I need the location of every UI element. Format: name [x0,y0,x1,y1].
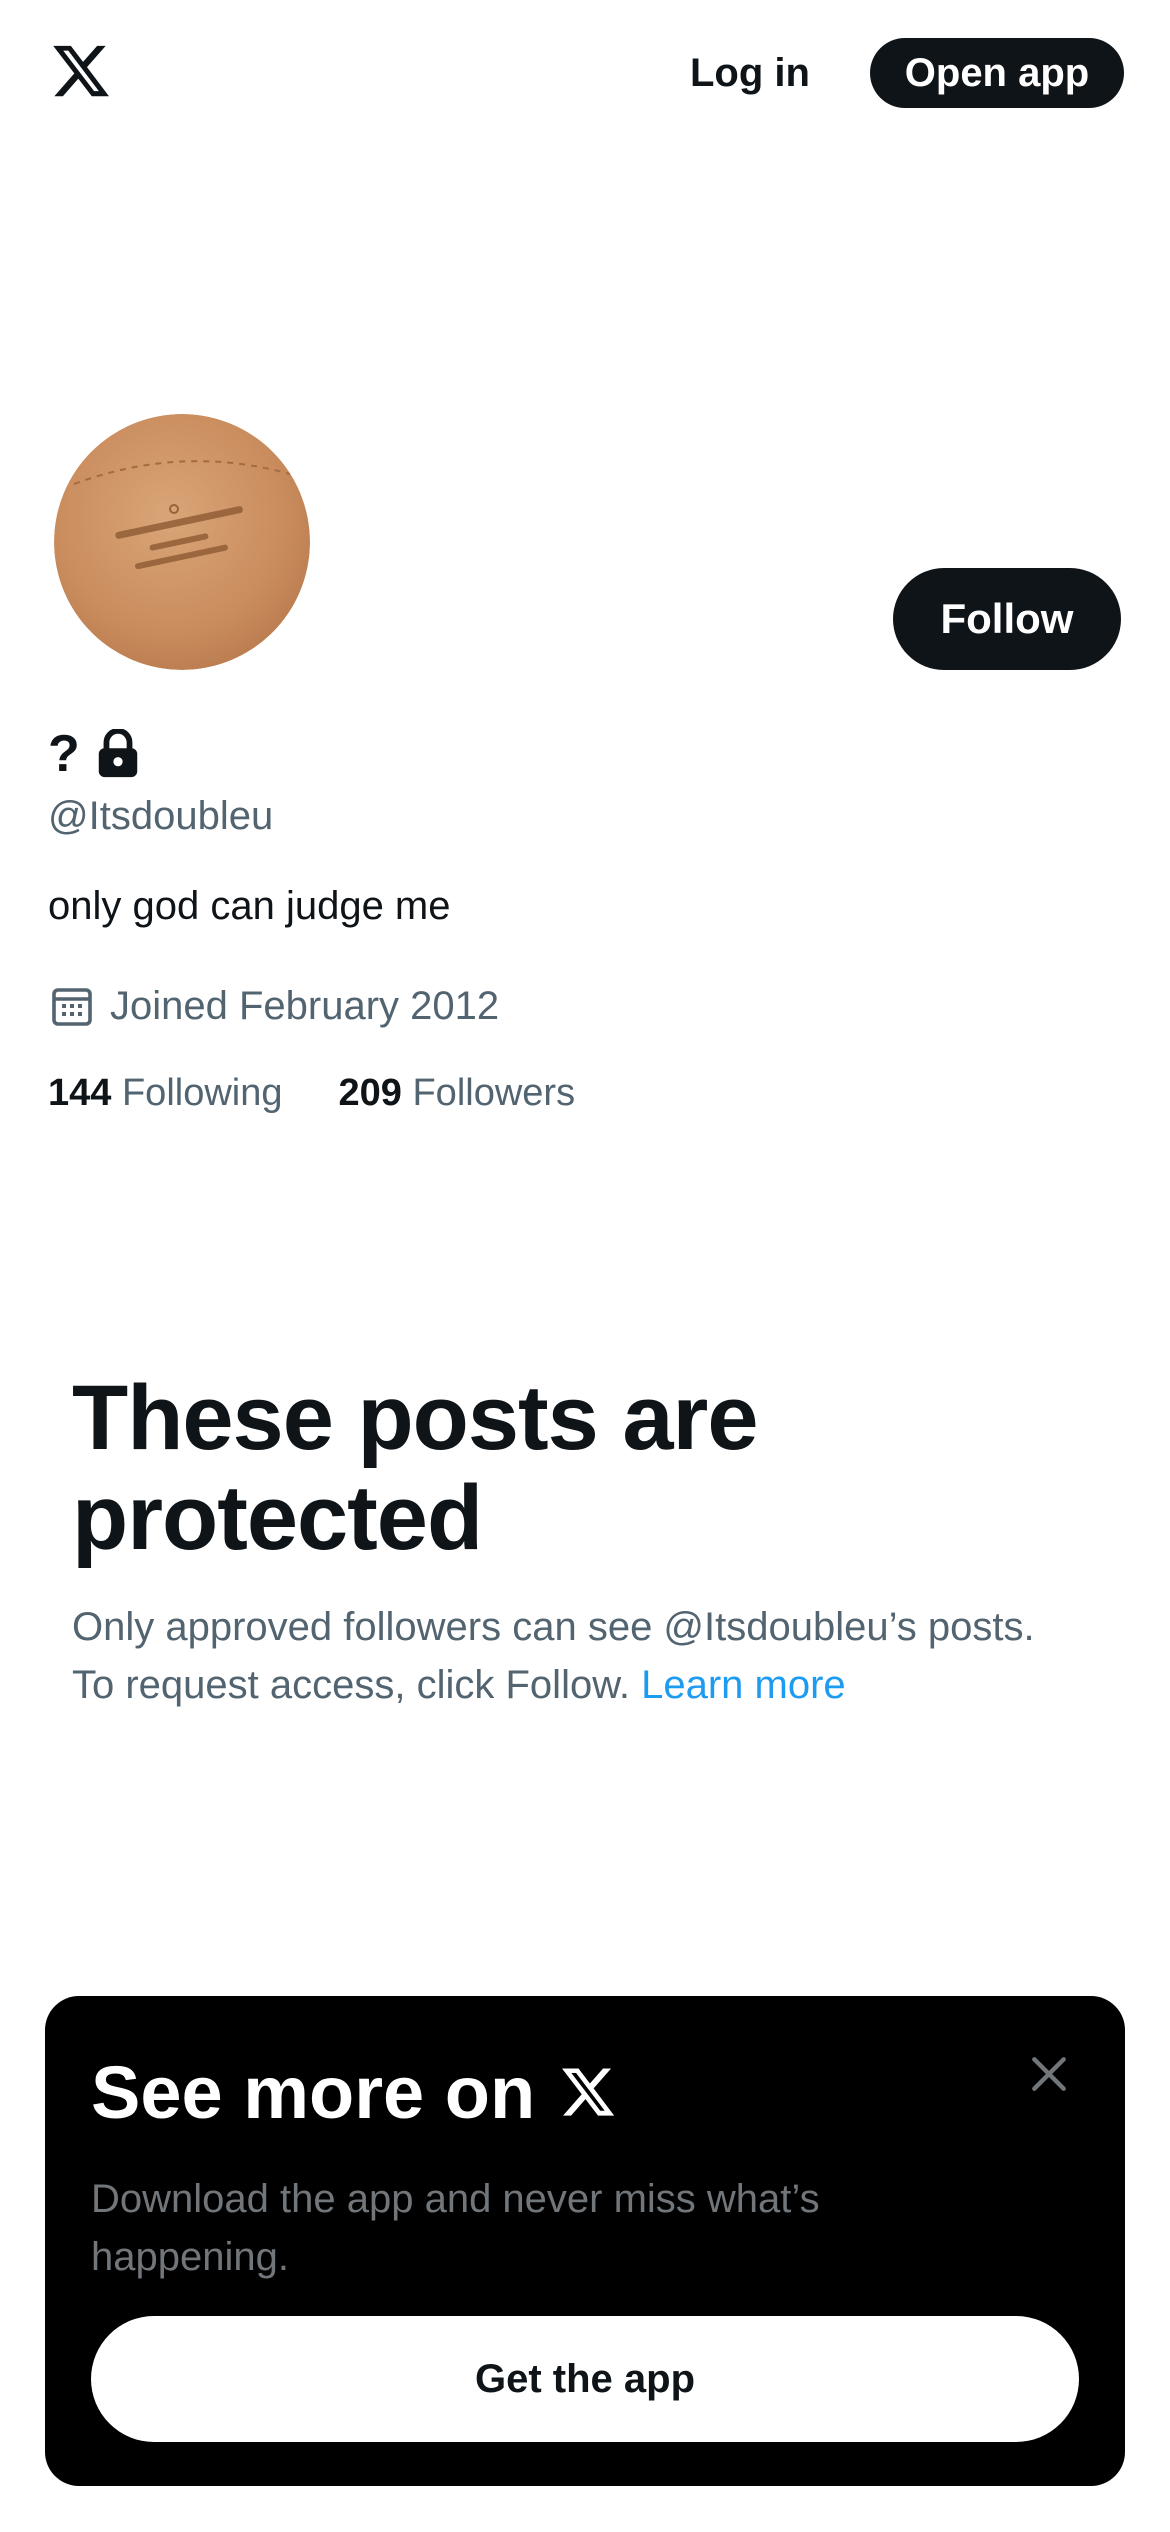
followers-count: 209 [338,1072,402,1114]
following-label: Following [121,1072,283,1114]
promo-description: Download the app and never miss what’s h… [91,2177,820,2279]
open-app-button[interactable]: Open app [870,38,1124,108]
followers-stat[interactable]: 209 Followers [339,1072,576,1115]
lock-icon [98,729,137,778]
app-promo-card: See more on Download the app and never m… [45,1996,1125,2486]
get-app-button[interactable]: Get the app [91,2316,1079,2442]
display-name: ? [48,725,80,783]
promo-title: See more on [91,2042,619,2142]
close-icon[interactable] [1027,2052,1071,2096]
top-bar: Log in Open app [0,0,1170,150]
user-handle: @Itsdoubleu [48,794,274,838]
following-stat[interactable]: 144 Following [48,1072,283,1115]
joined-date: Joined February 2012 [110,983,500,1028]
x-logo-icon [562,2068,615,2116]
protected-description: Only approved followers can see @Itsdoub… [72,1598,1052,1714]
avatar[interactable] [54,414,310,670]
bio: only god can judge me [48,884,451,928]
avatar-image [54,414,310,670]
followers-label: Followers [412,1072,576,1114]
calendar-icon [52,988,92,1026]
follow-button[interactable]: Follow [893,568,1121,670]
follow-stats: 144 Following 209 Followers [48,1072,575,1115]
x-logo-icon[interactable] [48,40,114,102]
promo-title-text: See more on [91,2050,536,2134]
display-name-row: ? [48,724,140,784]
following-count: 144 [48,1072,112,1114]
learn-more-link[interactable]: Learn more [641,1663,846,1707]
protected-title: These posts are protected [72,1367,759,1569]
protected-description-text: Only approved followers can see @Itsdoub… [72,1605,1035,1707]
login-link[interactable]: Log in [690,42,810,104]
joined-date-row: Joined February 2012 [48,978,499,1034]
